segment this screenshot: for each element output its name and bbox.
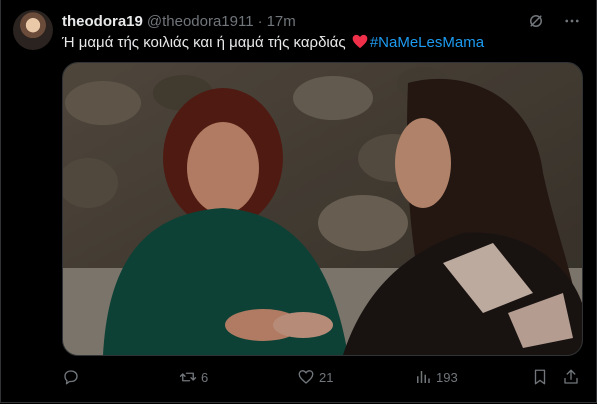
retweet-count: 6: [201, 369, 209, 385]
display-name[interactable]: theodora19: [62, 13, 143, 30]
tweet-header: theodora19 @theodora1911 · 17m: [62, 11, 296, 31]
media-scene: [63, 63, 582, 355]
reply-icon: [64, 370, 78, 385]
like-count: 21: [319, 369, 334, 385]
user-handle[interactable]: @theodora1911: [147, 13, 254, 30]
bookmark-button[interactable]: [531, 365, 549, 389]
views-button[interactable]: 193: [414, 365, 458, 389]
tweet-card[interactable]: theodora19 @theodora1911 · 17m Ή μαμά τή…: [0, 0, 597, 403]
timestamp[interactable]: 17m: [267, 13, 296, 30]
retweet-button[interactable]: 6: [179, 365, 208, 389]
more-icon[interactable]: [562, 11, 582, 31]
tweet-text-body: Ή μαμά τής κοιλιάς και ή μαμά τής καρδιά…: [62, 34, 346, 51]
views-icon: [417, 371, 430, 383]
like-icon: [298, 370, 314, 384]
avatar[interactable]: [13, 10, 53, 50]
retweet-icon: [179, 372, 197, 382]
separator-dot: ·: [257, 12, 263, 30]
share-icon: [564, 369, 578, 384]
red-heart-emoji-icon: [352, 34, 368, 49]
top-actions: [526, 11, 582, 31]
hashtag-link[interactable]: #NaMeLesMama: [370, 34, 484, 51]
tweet-text: Ή μαμά τής κοιλιάς και ή μαμά τής καρδιά…: [62, 33, 484, 53]
tweet-media-image[interactable]: [62, 62, 583, 356]
reply-button[interactable]: [62, 365, 84, 389]
like-button[interactable]: 21: [297, 365, 333, 389]
tweet-actions: 6 21 193: [62, 365, 582, 389]
views-count: 193: [436, 369, 458, 385]
grok-icon[interactable]: [526, 11, 546, 31]
share-button[interactable]: [562, 365, 580, 389]
bookmark-icon: [534, 369, 546, 385]
